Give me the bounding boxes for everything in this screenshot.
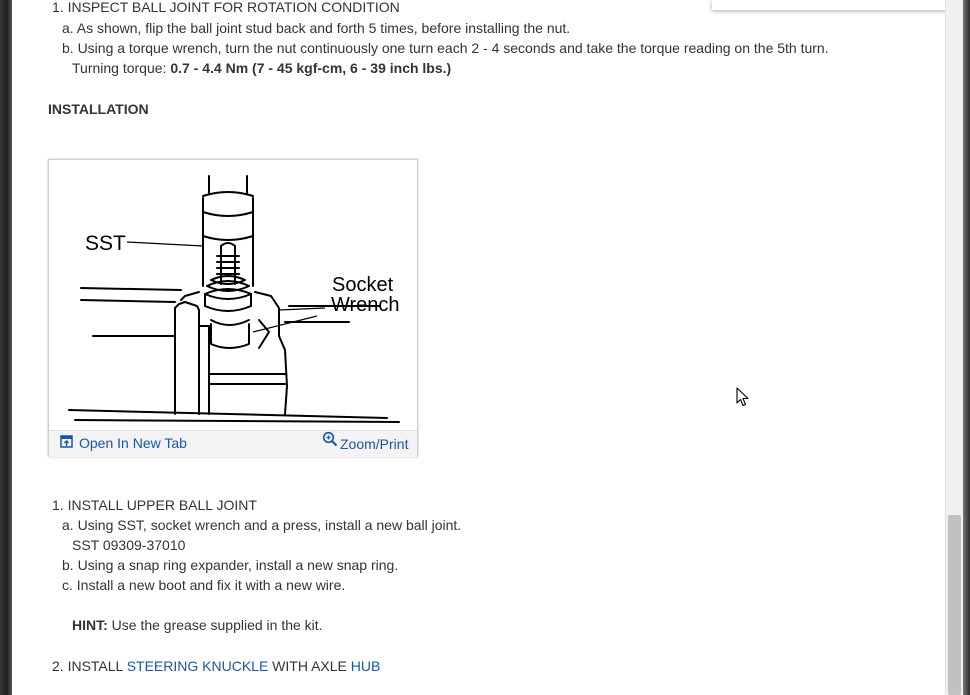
install-item-2-mid: WITH AXLE xyxy=(268,658,351,674)
steering-knuckle-link[interactable]: STEERING KNUCKLE xyxy=(127,658,269,674)
open-in-new-tab-icon xyxy=(60,435,76,450)
install-sub-a: a. Using SST, socket wrench and a press,… xyxy=(62,517,462,533)
hint-label: HINT: xyxy=(72,617,108,633)
open-in-new-tab-link[interactable]: Open In New Tab xyxy=(60,435,187,451)
mouse-cursor-icon xyxy=(736,387,750,412)
ball-joint-diagram: SST Socket Wrench xyxy=(68,175,400,423)
wrench-label: Wrench xyxy=(331,294,400,316)
turning-torque-line: Turning torque: 0.7 - 4.4 Nm (7 - 45 kgf… xyxy=(72,59,451,77)
install-sub-b: b. Using a snap ring expander, install a… xyxy=(62,557,399,573)
scrollbar-thumb[interactable] xyxy=(948,515,961,695)
sst-number: SST 09309-37010 xyxy=(72,537,186,553)
socket-label: Socket xyxy=(332,274,394,296)
installation-heading: INSTALLATION xyxy=(48,101,149,117)
figure-ball-joint-installation: SST Socket Wrench Open In New Tab Zoom/P… xyxy=(48,159,418,457)
hint-line: HINT: Use the grease supplied in the kit… xyxy=(72,616,323,634)
zoom-print-link[interactable]: Zoom/Print xyxy=(322,431,408,452)
step1-sub-a: a. As shown, flip the ball joint stud ba… xyxy=(62,20,571,36)
zoom-icon xyxy=(322,431,339,448)
install-sub-c: c. Install a new boot and fix it with a … xyxy=(62,577,346,593)
hub-link[interactable]: HUB xyxy=(351,658,381,674)
install-item-2: 2. INSTALL STEERING KNUCKLE WITH AXLE HU… xyxy=(52,657,380,675)
figure-footer: Open In New Tab Zoom/Print xyxy=(49,430,417,457)
zoom-print-label: Zoom/Print xyxy=(340,435,409,452)
floating-toolbar-edge xyxy=(712,0,945,10)
document-page: 1. INSPECT BALL JOINT FOR ROTATION CONDI… xyxy=(12,0,945,695)
install-item-1: 1. INSTALL UPPER BALL JOINT xyxy=(52,497,257,513)
vertical-scrollbar[interactable] xyxy=(945,0,964,695)
step1-heading: 1. INSPECT BALL JOINT FOR ROTATION CONDI… xyxy=(52,0,400,15)
torque-value: 0.7 - 4.4 Nm (7 - 45 kgf-cm, 6 - 39 inch… xyxy=(170,60,452,76)
sst-label: SST xyxy=(85,232,126,255)
hint-text: Use the grease supplied in the kit. xyxy=(107,617,323,633)
window-left-edge xyxy=(0,0,12,695)
torque-label: Turning torque: xyxy=(72,60,171,76)
step1-sub-b: b. Using a torque wrench, turn the nut c… xyxy=(62,40,829,56)
open-in-new-tab-label: Open In New Tab xyxy=(79,435,187,451)
window-right-edge xyxy=(963,0,970,695)
install-item-2-prefix: 2. INSTALL xyxy=(52,658,127,674)
